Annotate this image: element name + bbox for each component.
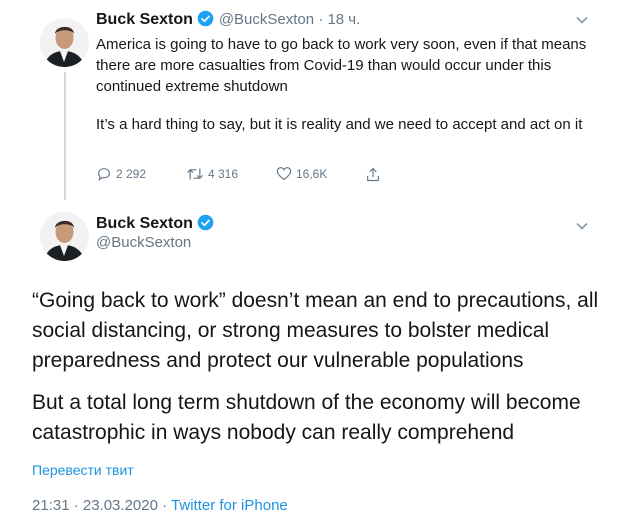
tweet-timestamp[interactable]: 21:31 · 23.03.2020 (32, 497, 158, 514)
tweet1-paragraph: It’s a hard thing to say, but it is real… (96, 116, 583, 133)
verified-badge-icon (198, 214, 214, 231)
like-button[interactable]: 16,6K (276, 166, 327, 181)
tweet2-header: Buck Sexton (96, 214, 214, 233)
tweet2-author-name[interactable]: Buck Sexton (96, 215, 193, 232)
retweet-button[interactable]: 4 316 (186, 166, 238, 182)
reply-button[interactable]: 2 292 (96, 166, 146, 182)
retweet-count: 4 316 (208, 167, 239, 181)
reply-icon (98, 168, 110, 182)
tweet-source[interactable]: Twitter for iPhone (171, 497, 288, 514)
tweet1-header: Buck Sexton @BuckSexton · 18 ч. (96, 10, 361, 28)
tweet2-handle[interactable]: @BuckSexton (96, 234, 191, 251)
chevron-down-icon[interactable] (576, 16, 588, 24)
tweet2-text: “Going back to work” doesn’t mean an end… (32, 286, 602, 460)
chevron-down-icon[interactable] (576, 222, 588, 230)
tweet1-paragraph: America is going to have to go back to w… (96, 36, 587, 95)
avatar-image (40, 18, 89, 67)
tweet1-author-name[interactable]: Buck Sexton (96, 11, 193, 28)
translate-link[interactable]: Перевести твит (32, 462, 134, 478)
like-count: 16,6K (296, 166, 328, 181)
tweet1-time[interactable]: 18 ч. (327, 11, 360, 28)
avatar[interactable] (40, 18, 89, 67)
retweet-icon (186, 168, 204, 180)
like-icon (276, 167, 292, 181)
tweet1-handle[interactable]: @BuckSexton (219, 11, 314, 28)
tweet1-text: America is going to have to go back to w… (96, 34, 596, 152)
reply-count: 2 292 (116, 167, 147, 181)
share-icon (367, 167, 379, 182)
avatar-image (40, 212, 89, 261)
tweet2-paragraph: “Going back to work” doesn’t mean an end… (32, 289, 599, 372)
tweet2-paragraph: But a total long term shutdown of the ec… (32, 391, 581, 444)
share-button[interactable] (365, 166, 381, 183)
thread-line (64, 72, 66, 200)
verified-badge-icon (198, 10, 214, 27)
avatar[interactable] (40, 212, 89, 261)
tweet-meta: 21:31 · 23.03.2020 · Twitter for iPhone (32, 497, 288, 514)
